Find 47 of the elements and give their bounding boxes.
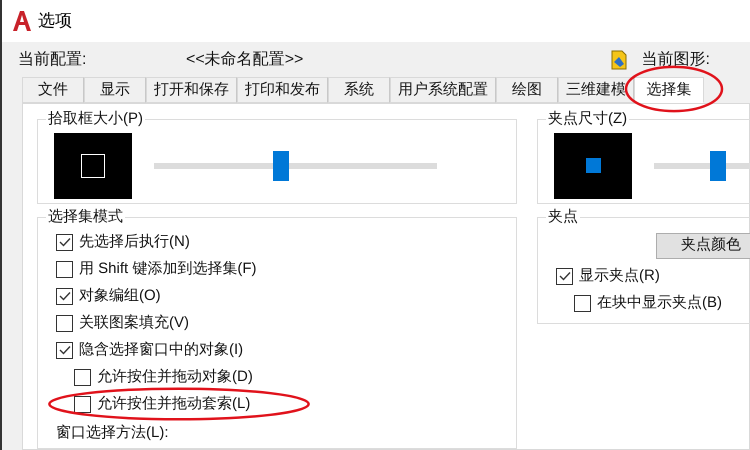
check-icon bbox=[58, 345, 70, 355]
tab[interactable]: 选择集 bbox=[634, 77, 704, 103]
tab[interactable]: 三维建模 bbox=[558, 77, 634, 103]
checkbox[interactable] bbox=[56, 260, 73, 278]
tab[interactable]: 系统 bbox=[328, 77, 390, 103]
checkbox[interactable] bbox=[574, 294, 591, 312]
checkbox[interactable] bbox=[56, 342, 73, 358]
grip-color-button[interactable]: 夹点颜色 bbox=[656, 232, 750, 258]
tab[interactable]: 用户系统配置 bbox=[390, 77, 496, 103]
profile-label: 当前配置: bbox=[18, 50, 88, 70]
checkbox[interactable] bbox=[74, 396, 91, 412]
profile-name: <<未命名配置>> bbox=[186, 50, 304, 70]
tab[interactable]: 打印和发布 bbox=[237, 77, 328, 103]
checkbox-label: 显示夹点(R) bbox=[579, 266, 660, 286]
group-title: 选择集模式 bbox=[47, 207, 124, 227]
checkbox[interactable] bbox=[56, 288, 73, 304]
tab[interactable]: 显示 bbox=[84, 77, 146, 103]
grip-square-icon bbox=[586, 158, 600, 173]
letter-logo-icon bbox=[12, 10, 32, 32]
checkbox-label: 用 Shift 键添加到选择集(F) bbox=[79, 258, 257, 279]
checkbox[interactable] bbox=[56, 314, 73, 332]
checkbox-label: 在块中显示夹点(B) bbox=[597, 292, 722, 313]
checkbox-label: 允许按住并拖动对象(D) bbox=[97, 366, 253, 387]
tab[interactable]: 文件 bbox=[22, 77, 84, 103]
checkbox[interactable] bbox=[56, 234, 73, 250]
tab[interactable]: 打开和保存 bbox=[146, 77, 237, 103]
checkbox-label: 关联图案填充(V) bbox=[79, 312, 189, 333]
group-title: 夹点尺寸(Z) bbox=[547, 109, 628, 129]
check-icon bbox=[558, 271, 570, 281]
check-icon bbox=[58, 237, 70, 247]
current-drawing-label: 当前图形: bbox=[642, 50, 710, 70]
checkbox-label: 允许按住并拖动套索(L) bbox=[97, 394, 250, 414]
slider-thumb[interactable] bbox=[273, 150, 290, 180]
window-method-label: 窗口选择方法(L): bbox=[55, 424, 170, 440]
checkbox-label: 隐含选择窗口中的对象(I) bbox=[79, 340, 244, 360]
drawing-file-icon bbox=[610, 50, 628, 70]
group-title: 夹点 bbox=[547, 207, 579, 227]
checkbox[interactable] bbox=[74, 368, 91, 386]
checkbox-label: 对象编组(O) bbox=[79, 286, 161, 306]
group-title: 拾取框大小(P) bbox=[47, 109, 144, 129]
checkbox[interactable] bbox=[556, 268, 573, 284]
tab[interactable]: 绘图 bbox=[496, 77, 558, 103]
slider-thumb[interactable] bbox=[710, 150, 726, 180]
pickbox-square-icon bbox=[81, 154, 105, 178]
check-icon bbox=[58, 291, 70, 301]
window-title: 选项 bbox=[38, 10, 72, 32]
checkbox-label: 先选择后执行(N) bbox=[79, 232, 190, 252]
